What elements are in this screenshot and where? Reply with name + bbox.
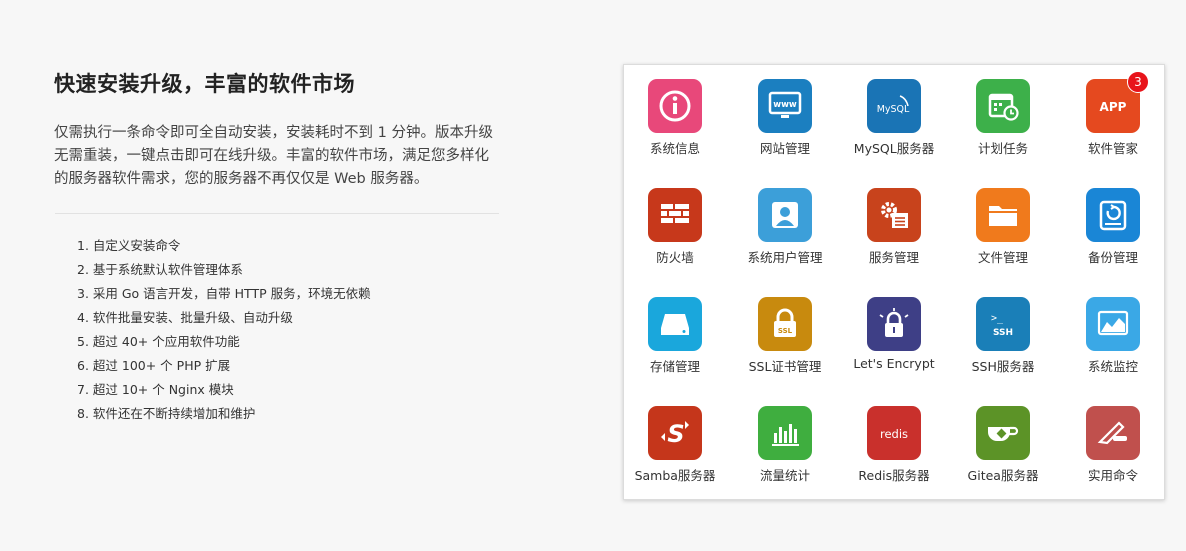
mysql-icon: MySQL: [867, 79, 921, 133]
user-icon: [758, 188, 812, 242]
app-label: SSH服务器: [971, 359, 1035, 374]
svg-text:S: S: [667, 420, 684, 448]
app-label: 存储管理: [649, 359, 700, 374]
app-label: 服务管理: [868, 250, 919, 265]
app-label: 防火墙: [656, 250, 694, 265]
app-icon: APP 3: [1086, 71, 1149, 133]
app-tile[interactable]: 计划任务: [948, 79, 1058, 157]
lock-shine-icon: [867, 297, 921, 351]
app-tile[interactable]: APP 3 软件管家: [1058, 71, 1168, 157]
app-label: SSL证书管理: [748, 359, 822, 374]
feature-item: 3. 采用 Go 语言开发，自带 HTTP 服务，环境无依赖: [77, 286, 371, 301]
app-tile[interactable]: Gitea服务器: [948, 406, 1058, 484]
app-tile[interactable]: 系统监控: [1058, 297, 1168, 375]
section-title: 快速安装升级，丰富的软件市场: [54, 72, 355, 96]
gear-list-icon: [867, 188, 921, 242]
app-tile[interactable]: 系统信息: [620, 79, 730, 157]
app-tile[interactable]: Let's Encrypt: [839, 297, 949, 371]
divider: [55, 213, 499, 214]
info-icon: [648, 79, 702, 133]
app-label: 流量统计: [759, 468, 810, 483]
app-label: 备份管理: [1087, 250, 1138, 265]
app-grid: 系统信息 www 网站管理 MySQL MySQL服务器 计划任务 APP 3 软件管家 防火墙系…: [624, 65, 1164, 499]
section-description: 仅需执行一条命令即可全自动安装，安装耗时不到 1 分钟。版本升级无需重装，一键点…: [54, 125, 493, 187]
feature-item: 1. 自定义安装命令: [77, 238, 181, 253]
svg-text:APP: APP: [1100, 100, 1127, 114]
app-tile[interactable]: 防火墙: [620, 188, 730, 266]
app-label: Samba服务器: [634, 468, 716, 483]
app-label: MySQL服务器: [853, 141, 935, 156]
calendar-clock-icon: [976, 79, 1030, 133]
feature-item: 7. 超过 10+ 个 Nginx 模块: [77, 382, 234, 397]
intro-section: 快速安装升级，丰富的软件市场 仅需执行一条命令即可全自动安装，安装耗时不到 1 …: [54, 68, 500, 426]
app-label: 系统用户管理: [747, 250, 823, 265]
feature-item: 2. 基于系统默认软件管理体系: [77, 262, 243, 277]
app-tile[interactable]: MySQL MySQL服务器: [839, 79, 949, 157]
feature-item: 4. 软件批量安装、批量升级、自动升级: [77, 310, 293, 325]
app-tile[interactable]: >_ SSH SSH服务器: [948, 297, 1058, 375]
redis-icon: redis: [867, 406, 921, 460]
svg-text:SSL: SSL: [778, 327, 793, 335]
app-label: 实用命令: [1087, 468, 1138, 483]
app-tile[interactable]: 备份管理: [1058, 188, 1168, 266]
svg-text:SSH: SSH: [993, 328, 1013, 338]
svg-text:www: www: [773, 100, 797, 110]
app-tile[interactable]: 系统用户管理: [730, 188, 840, 266]
ssh-terminal-icon: >_ SSH: [976, 297, 1030, 351]
storage-drive-icon: [648, 297, 702, 351]
app-tile[interactable]: 文件管理: [948, 188, 1058, 266]
svg-text:>_: >_: [991, 313, 1004, 324]
brick-wall-icon: [648, 188, 702, 242]
app-tile[interactable]: S Samba服务器: [620, 406, 730, 484]
app-tile[interactable]: 存储管理: [620, 297, 730, 375]
feature-item: 8. 软件还在不断持续增加和维护: [77, 406, 256, 421]
app-label: 网站管理: [759, 141, 810, 156]
backup-disk-icon: [1086, 188, 1140, 242]
app-tile[interactable]: www 网站管理: [730, 79, 840, 157]
app-label: 系统信息: [649, 141, 700, 156]
app-label: Redis服务器: [858, 468, 930, 483]
app-label: 文件管理: [977, 250, 1028, 265]
www-monitor-icon: www: [758, 79, 812, 133]
app-label: 计划任务: [977, 141, 1028, 156]
feature-item: 5. 超过 40+ 个应用软件功能: [77, 334, 240, 349]
app-tile[interactable]: 服务管理: [839, 188, 949, 266]
app-panel: 系统信息 www 网站管理 MySQL MySQL服务器 计划任务 APP 3 软件管家 防火墙系…: [623, 64, 1165, 500]
knife-tool-icon: [1086, 406, 1140, 460]
app-label: 系统监控: [1087, 359, 1138, 374]
app-tile[interactable]: 流量统计: [730, 406, 840, 484]
gitea-teacup-icon: [976, 406, 1030, 460]
svg-text:MySQL: MySQL: [877, 104, 910, 115]
monitor-chart-icon: [1086, 297, 1140, 351]
feature-item: 6. 超过 100+ 个 PHP 扩展: [77, 358, 231, 373]
bar-chart-icon: [758, 406, 812, 460]
app-label: Gitea服务器: [967, 468, 1039, 483]
app-label: Let's Encrypt: [853, 356, 935, 371]
folder-icon: [976, 188, 1030, 242]
feature-list: 1. 自定义安装命令 2. 基于系统默认软件管理体系 3. 采用 Go 语言开发…: [54, 234, 500, 426]
notification-badge: 3: [1127, 71, 1149, 93]
ssl-lock-icon: SSL: [758, 297, 812, 351]
app-label: 软件管家: [1087, 141, 1138, 156]
app-tile[interactable]: SSL SSL证书管理: [730, 297, 840, 375]
samba-icon: S: [648, 406, 702, 460]
app-tile[interactable]: 实用命令: [1058, 406, 1168, 484]
svg-text:redis: redis: [880, 427, 908, 441]
app-tile[interactable]: redis Redis服务器: [839, 406, 949, 484]
